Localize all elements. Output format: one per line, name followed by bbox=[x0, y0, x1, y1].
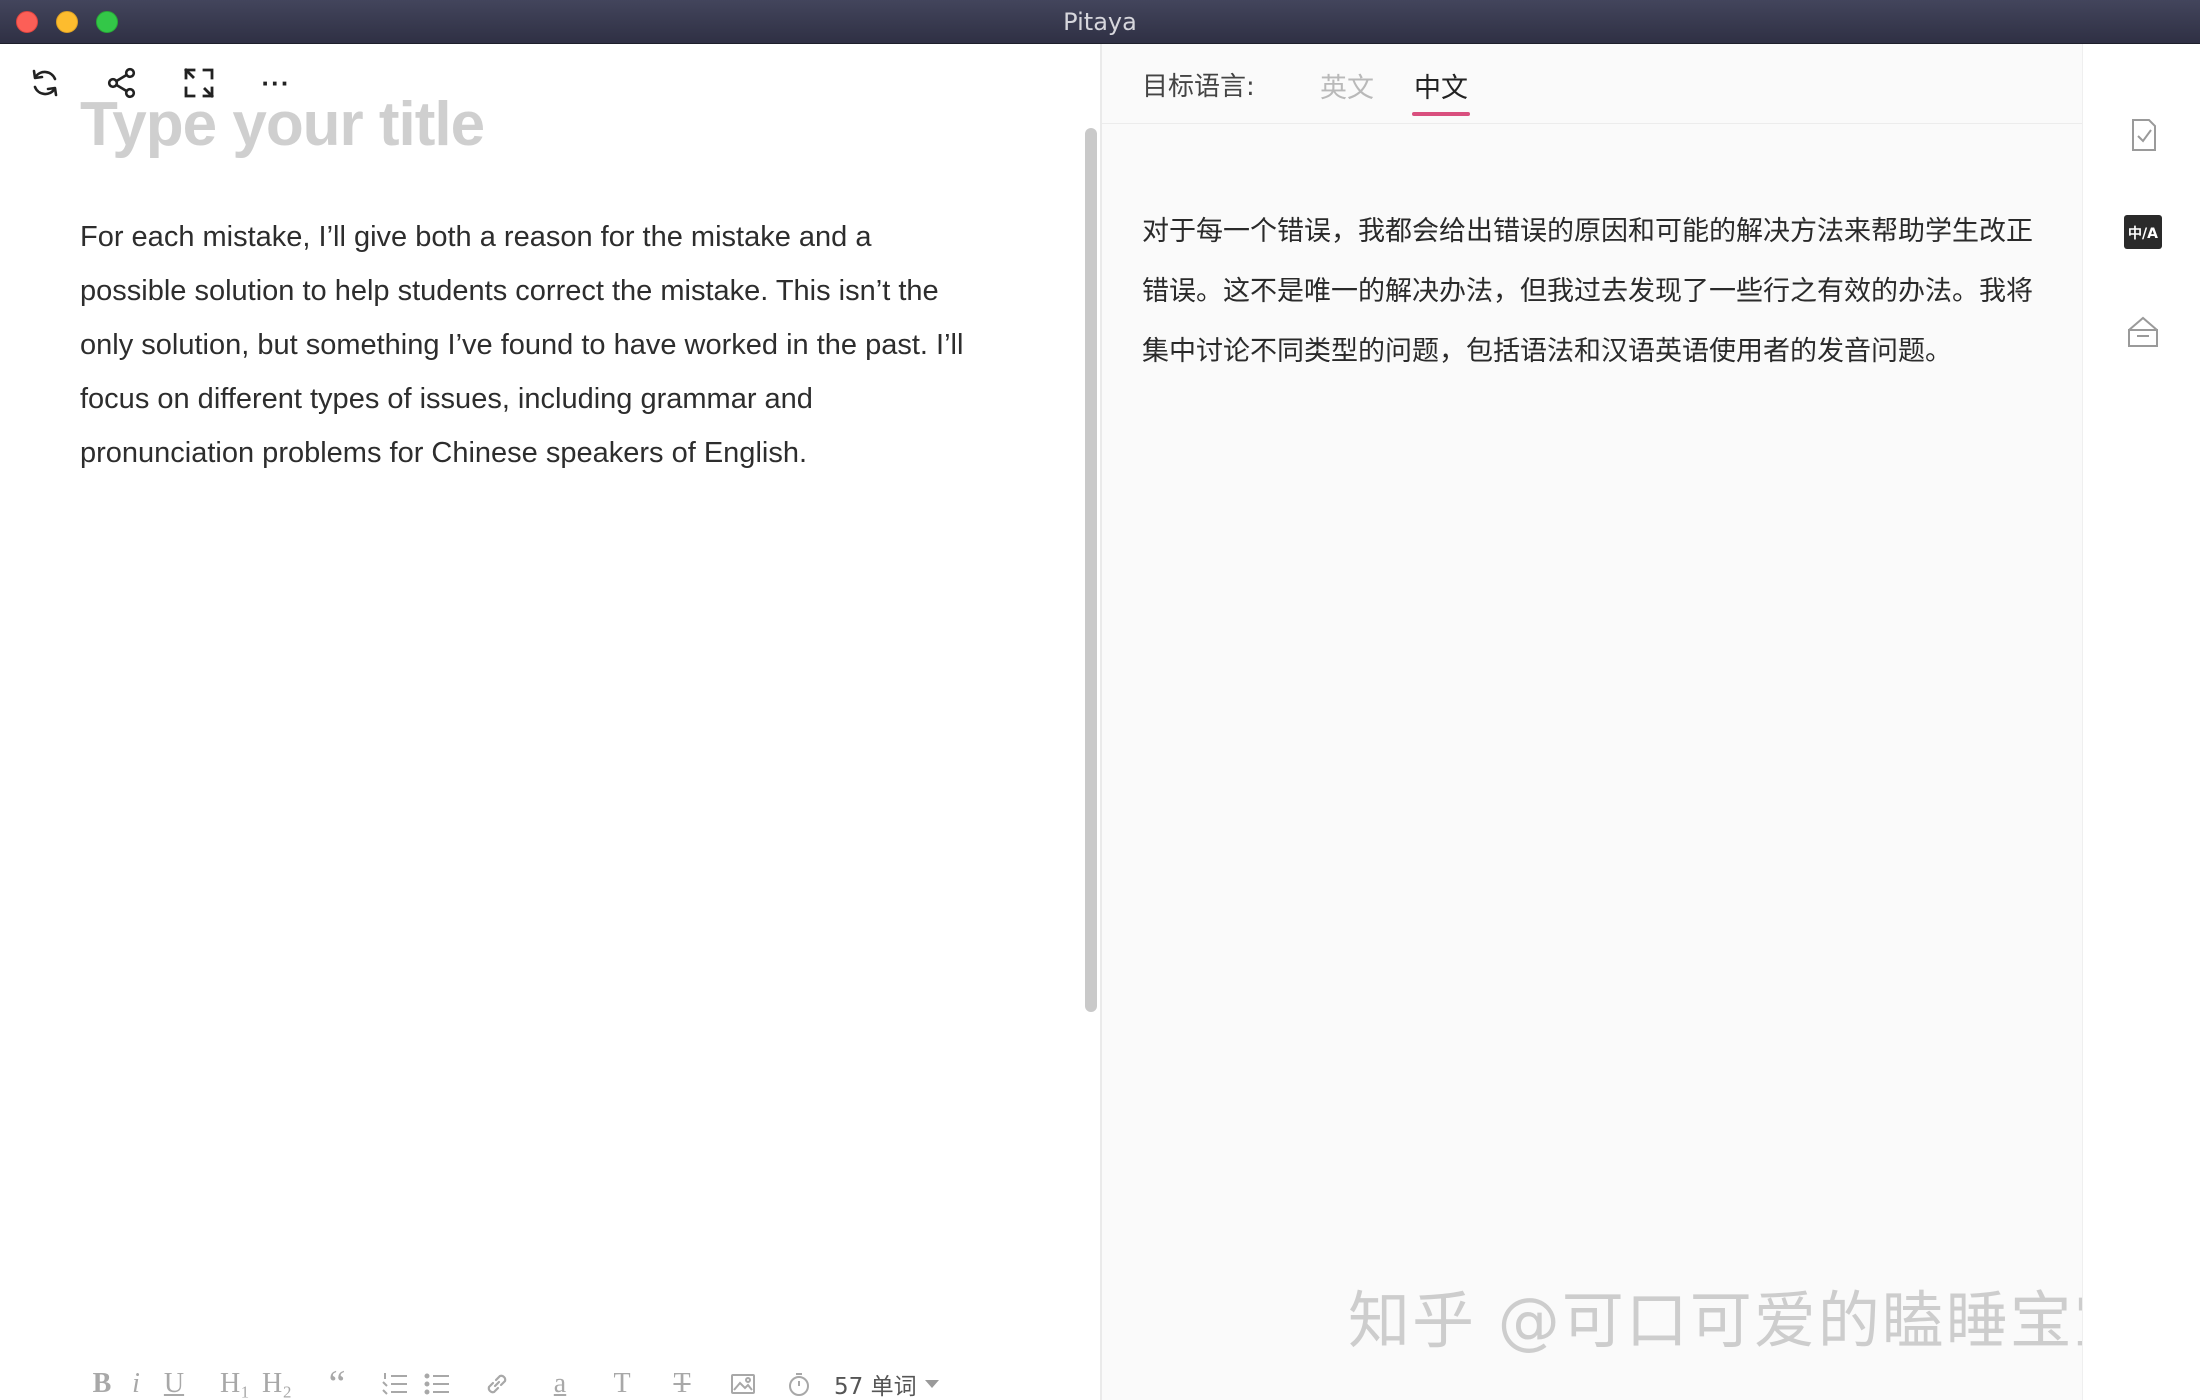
translation-text: 对于每一个错误，我都会给出错误的原因和可能的解决方法来帮助学生改正错误。这不是唯… bbox=[1142, 216, 2033, 367]
inbox-icon bbox=[2128, 316, 2158, 347]
timer-button[interactable] bbox=[784, 1370, 814, 1398]
word-count-label: 57 单词 bbox=[834, 1374, 917, 1400]
translate-icon-label: 中/A bbox=[2128, 225, 2158, 242]
title-input[interactable] bbox=[80, 84, 980, 164]
editor-pane: ··· For each mistake, I’ll give both a r… bbox=[0, 44, 1100, 1400]
refresh-button[interactable] bbox=[22, 60, 68, 106]
heading1-button[interactable]: H₁ bbox=[216, 1368, 254, 1400]
link-icon bbox=[487, 1374, 507, 1394]
highlight-button[interactable]: a bbox=[546, 1368, 574, 1400]
sidebar-check-button[interactable] bbox=[2123, 114, 2163, 154]
bullet-list-icon bbox=[424, 1373, 449, 1395]
italic-button[interactable]: i bbox=[126, 1368, 146, 1400]
heading2-button[interactable]: H₂ bbox=[258, 1368, 296, 1400]
target-language-bar: 目标语言: 英文 中文 bbox=[1102, 44, 2082, 124]
word-count-dropdown[interactable]: 57 单词 bbox=[834, 1367, 939, 1400]
link-button[interactable] bbox=[482, 1370, 512, 1398]
image-button[interactable] bbox=[728, 1370, 758, 1398]
clear-format-button[interactable]: T bbox=[668, 1368, 696, 1400]
bullet-list-button[interactable] bbox=[422, 1370, 452, 1398]
format-bar: B i U H₁ H₂ “ a T T 57 单词 bbox=[88, 1362, 939, 1400]
editor-scrollbar[interactable] bbox=[1085, 128, 1097, 1012]
check-document-icon bbox=[2132, 119, 2156, 151]
app-window: Pitaya ··· Type your title For each mist… bbox=[0, 0, 2200, 1400]
text-style-button[interactable]: T bbox=[608, 1368, 636, 1400]
timer-icon bbox=[789, 1373, 809, 1396]
sidebar-inbox-button[interactable] bbox=[2123, 312, 2163, 352]
translate-icon: 中/A bbox=[2124, 215, 2162, 249]
image-icon bbox=[731, 1374, 755, 1394]
editor-body[interactable]: For each mistake, I’ll give both a reaso… bbox=[80, 210, 980, 480]
bold-button[interactable]: B bbox=[88, 1368, 116, 1400]
target-language-label: 目标语言: bbox=[1142, 72, 1255, 102]
sidebar-translate-button[interactable]: 中/A bbox=[2123, 212, 2163, 252]
window-title: Pitaya bbox=[1063, 8, 1137, 36]
refresh-icon bbox=[32, 69, 58, 97]
right-sidebar: 中/A bbox=[2082, 44, 2200, 1400]
title-bar: Pitaya bbox=[0, 0, 2200, 44]
underline-button[interactable]: U bbox=[160, 1368, 188, 1400]
ordered-list-button[interactable] bbox=[380, 1370, 410, 1398]
chevron-down-icon bbox=[924, 1380, 939, 1388]
ordered-list-icon bbox=[382, 1373, 407, 1395]
watermark: 知乎 @可口可爱的瞌睡宝宝 bbox=[1348, 1284, 2138, 1357]
tab-english[interactable]: 英文 bbox=[1320, 66, 1374, 116]
tab-chinese[interactable]: 中文 bbox=[1412, 66, 1470, 116]
quote-button[interactable]: “ bbox=[322, 1362, 352, 1400]
translation-pane: 目标语言: 英文 中文 对于每一个错误，我都会给出错误的原因和可能的解决方法来帮… bbox=[1102, 44, 2082, 1400]
